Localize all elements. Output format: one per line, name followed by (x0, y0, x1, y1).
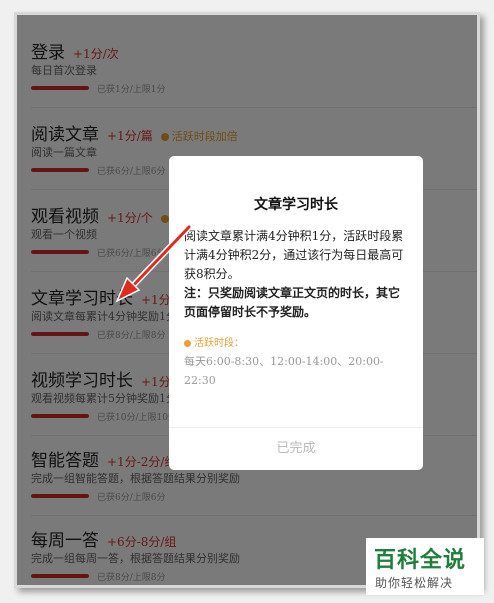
annotation-arrow-icon (115, 224, 192, 303)
watermark-sub-text: 助你轻松解决 (375, 576, 454, 590)
watermark-main-text: 百科全说 (374, 547, 467, 573)
app-screen: 登录+1分/次每日首次登录已获1分/上限1分阅读文章+1分/篇活跃时段加倍阅读一… (14, 12, 480, 588)
watermark-logo: 百科全说 助你轻松解决 (366, 538, 484, 595)
